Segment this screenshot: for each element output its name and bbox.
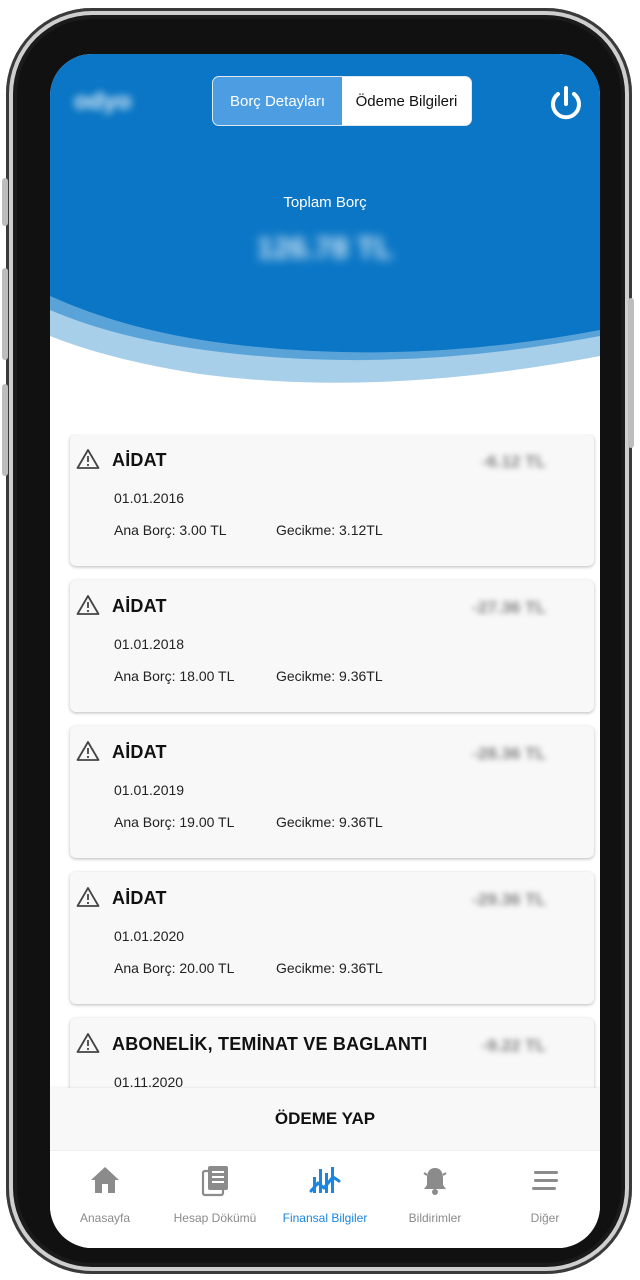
warning-icon: [76, 887, 100, 907]
debt-list: AİDAT -6.12 TL 01.01.2016 Ana Borç: 3.00…: [50, 434, 600, 1088]
warning-icon: [76, 595, 100, 615]
nav-label: Diğer: [530, 1211, 560, 1225]
debt-amount: -27.36 TL: [472, 598, 546, 617]
phone-volume-up-button: [2, 268, 8, 360]
warning-icon: [76, 1033, 100, 1053]
nav-label: Hesap Dökümü: [173, 1211, 257, 1225]
nav-finansal-bilgiler[interactable]: Finansal Bilgiler: [270, 1151, 380, 1248]
debt-title: ABONELİK, TEMİNAT VE BAGLANTI: [112, 1034, 428, 1054]
app-screen: odyo Borç Detayları Ödeme Bilgileri Topl…: [50, 54, 600, 1248]
nav-label: Anasayfa: [79, 1211, 131, 1225]
phone-power-button: [628, 298, 634, 448]
debt-principal: Ana Borç: 19.00 TL: [114, 814, 235, 830]
debt-late-fee: Gecikme: 3.12TL: [276, 522, 383, 538]
debt-late-fee: Gecikme: 9.36TL: [276, 960, 383, 976]
debt-amount: -9.22 TL: [481, 1036, 546, 1055]
tab-switch: Borç Detayları Ödeme Bilgileri: [212, 76, 472, 126]
debt-card[interactable]: AİDAT -28.36 TL 01.01.2019 Ana Borç: 19.…: [70, 726, 594, 858]
debt-date: 01.01.2018: [114, 636, 185, 652]
debt-amount: -28.36 TL: [472, 744, 546, 763]
debt-late-fee: Gecikme: 9.36TL: [276, 668, 383, 684]
home-icon: [91, 1167, 119, 1193]
tab-odeme-bilgileri[interactable]: Ödeme Bilgileri: [342, 77, 471, 125]
debt-card[interactable]: AİDAT -29.36 TL 01.01.2020 Ana Borç: 20.…: [70, 872, 594, 1004]
document-list-icon: [201, 1166, 228, 1197]
debt-principal: Ana Borç: 18.00 TL: [114, 668, 235, 684]
chart-icon: [309, 1167, 341, 1193]
debt-amount: -29.36 TL: [472, 890, 546, 909]
tab-borc-detaylari[interactable]: Borç Detayları: [213, 77, 342, 125]
nav-label: Finansal Bilgiler: [282, 1211, 368, 1225]
debt-title: AİDAT: [112, 888, 167, 908]
app-logo: odyo: [74, 88, 132, 115]
app-header: odyo Borç Detayları Ödeme Bilgileri: [50, 54, 600, 161]
phone-side-button: [2, 178, 8, 226]
menu-icon: [532, 1171, 558, 1190]
bell-icon: [423, 1168, 447, 1195]
warning-icon: [76, 741, 100, 761]
phone-frame: odyo Borç Detayları Ödeme Bilgileri Topl…: [2, 8, 634, 1274]
debt-title: AİDAT: [112, 596, 167, 616]
debt-amount: -6.12 TL: [481, 452, 546, 471]
total-debt-label: Toplam Borç: [283, 194, 367, 211]
debt-card[interactable]: AİDAT -6.12 TL 01.01.2016 Ana Borç: 3.00…: [70, 434, 594, 566]
debt-principal: Ana Borç: 20.00 TL: [114, 960, 235, 976]
debt-principal: Ana Borç: 3.00 TL: [114, 522, 227, 538]
debt-date: 01.01.2016: [114, 490, 185, 506]
pay-button[interactable]: ÖDEME YAP: [50, 1088, 600, 1150]
nav-hesap-dokumu[interactable]: Hesap Dökümü: [160, 1151, 270, 1248]
nav-bildirimler[interactable]: Bildirimler: [380, 1151, 490, 1248]
nav-diger[interactable]: Diğer: [490, 1151, 600, 1248]
warning-icon: [76, 449, 100, 469]
total-debt-amount: 126.78 TL: [256, 232, 394, 265]
debt-card[interactable]: ABONELİK, TEMİNAT VE BAGLANTI -9.22 TL 0…: [70, 1018, 594, 1088]
power-icon[interactable]: [546, 84, 586, 124]
debt-late-fee: Gecikme: 9.36TL: [276, 814, 383, 830]
nav-label: Bildirimler: [408, 1211, 462, 1225]
phone-volume-down-button: [2, 384, 8, 476]
debt-title: AİDAT: [112, 450, 167, 470]
debt-card[interactable]: AİDAT -27.36 TL 01.01.2018 Ana Borç: 18.…: [70, 580, 594, 712]
nav-anasayfa[interactable]: Anasayfa: [50, 1151, 160, 1248]
debt-date: 01.11.2020: [114, 1074, 184, 1088]
debt-title: AİDAT: [112, 742, 167, 762]
debt-date: 01.01.2019: [114, 782, 185, 798]
bottom-nav: Anasayfa Hesap Dökümü Finansal Bilgiler …: [50, 1150, 600, 1248]
debt-date: 01.01.2020: [114, 928, 185, 944]
